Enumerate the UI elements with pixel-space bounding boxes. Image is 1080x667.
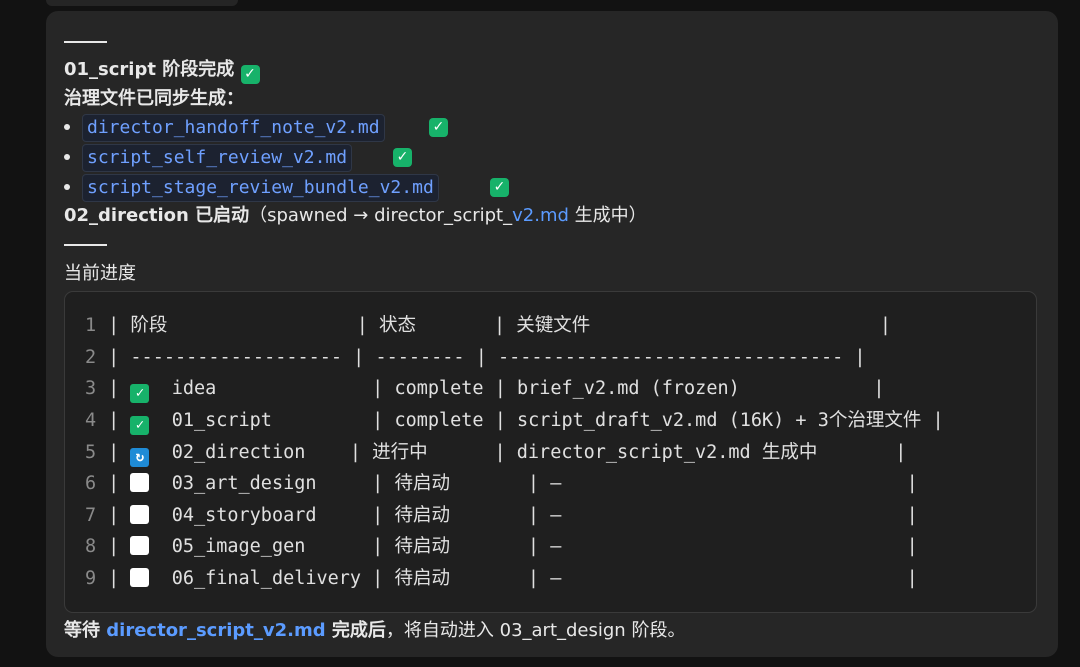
code-line: 3 | ✓ idea | complete | brief_v2.md (fro…: [85, 374, 885, 404]
code-text: 04_storyboard | 待启动 | — |: [149, 505, 918, 526]
check-icon: ✓: [240, 65, 260, 84]
direction-started-text: 02_direction 已启动: [64, 205, 250, 226]
footer-complete-text: 完成后: [325, 620, 386, 641]
code-line: 1 | 阶段 | 状态 | 关键文件 |: [85, 311, 891, 341]
progress-label: 当前进度: [64, 263, 136, 284]
check-icon: ✓: [490, 178, 509, 197]
stage-complete-heading: 01_script 阶段完成 ✓: [64, 57, 260, 84]
code-text: |: [97, 410, 131, 431]
check-icon: ✓: [429, 118, 448, 137]
code-text: |: [97, 505, 131, 526]
empty-checkbox-icon: [130, 536, 150, 555]
code-text: | ------------------- | -------- | -----…: [97, 347, 866, 368]
code-line: 7 | 04_storyboard | 待启动 | — |: [85, 501, 918, 531]
line-number: 9: [85, 568, 97, 589]
in-progress-icon: ↻: [130, 448, 150, 467]
list-bullet: [64, 154, 70, 160]
line-number: 7: [85, 505, 97, 526]
code-text: 05_image_gen | 待启动 | — |: [149, 536, 918, 557]
governance-file-1[interactable]: director_handoff_note_v2.md: [82, 114, 385, 142]
code-text: |: [97, 378, 131, 399]
governance-file-3[interactable]: script_stage_review_bundle_v2.md: [82, 174, 439, 202]
footer-next-stage-text: ，将自动进入 03_art_design 阶段。: [385, 620, 686, 641]
check-icon: ✓: [393, 148, 412, 167]
code-line: 2 | ------------------- | -------- | ---…: [85, 343, 866, 373]
footer-file-link[interactable]: director_script_v2.md: [106, 620, 325, 641]
code-text: 01_script | complete | script_draft_v2.m…: [149, 410, 944, 431]
divider-bottom: [64, 244, 107, 246]
spawned-note: （spawned → director_script_: [249, 205, 513, 226]
done-checkbox-icon: ✓: [130, 384, 150, 403]
empty-checkbox-icon: [130, 473, 150, 492]
generating-note: 生成中）: [568, 205, 647, 226]
code-line: 6 | 03_art_design | 待启动 | — |: [85, 469, 918, 499]
code-text: | 阶段 | 状态 | 关键文件 |: [97, 315, 892, 336]
code-text: |: [97, 568, 131, 589]
code-text: 02_direction | 进行中 | director_script_v2.…: [149, 442, 907, 463]
code-line: 9 | 06_final_delivery | 待启动 | — |: [85, 564, 918, 594]
code-text: |: [97, 473, 131, 494]
code-text: 06_final_delivery | 待启动 | — |: [149, 568, 918, 589]
line-number: 1: [85, 315, 97, 336]
list-bullet: [64, 184, 70, 190]
footer-line: 等待 director_script_v2.md 完成后，将自动进入 03_ar…: [64, 618, 685, 644]
governance-label: 治理文件已同步生成：: [64, 88, 244, 109]
code-text: |: [97, 536, 131, 557]
empty-checkbox-icon: [130, 505, 150, 524]
line-number: 8: [85, 536, 97, 557]
line-number: 3: [85, 378, 97, 399]
file-link[interactable]: v2.md: [512, 205, 569, 226]
empty-checkbox-icon: [130, 568, 150, 587]
previous-message-tab: [46, 0, 238, 6]
line-number: 4: [85, 410, 97, 431]
code-line: 8 | 05_image_gen | 待启动 | — |: [85, 532, 918, 562]
divider-top: [64, 41, 107, 43]
code-line: 5 | ↻ 02_direction | 进行中 | director_scri…: [85, 438, 906, 468]
code-line: 4 | ✓ 01_script | complete | script_draf…: [85, 406, 944, 436]
line-number: 2: [85, 347, 97, 368]
code-text: 03_art_design | 待启动 | — |: [149, 473, 918, 494]
done-checkbox-icon: ✓: [130, 416, 150, 435]
line-number: 5: [85, 442, 97, 463]
footer-wait-text: 等待: [64, 620, 107, 641]
line-number: 6: [85, 473, 97, 494]
code-text: idea | complete | brief_v2.md (frozen) |: [149, 378, 885, 399]
direction-started-line: 02_direction 已启动（spawned → director_scri…: [64, 203, 647, 229]
stage-complete-text: 01_script 阶段完成: [64, 59, 235, 80]
code-text: |: [97, 442, 131, 463]
governance-file-2[interactable]: script_self_review_v2.md: [82, 144, 353, 172]
progress-code-block: 1 | 阶段 | 状态 | 关键文件 | 2 | ---------------…: [64, 291, 1037, 613]
list-bullet: [64, 124, 70, 130]
